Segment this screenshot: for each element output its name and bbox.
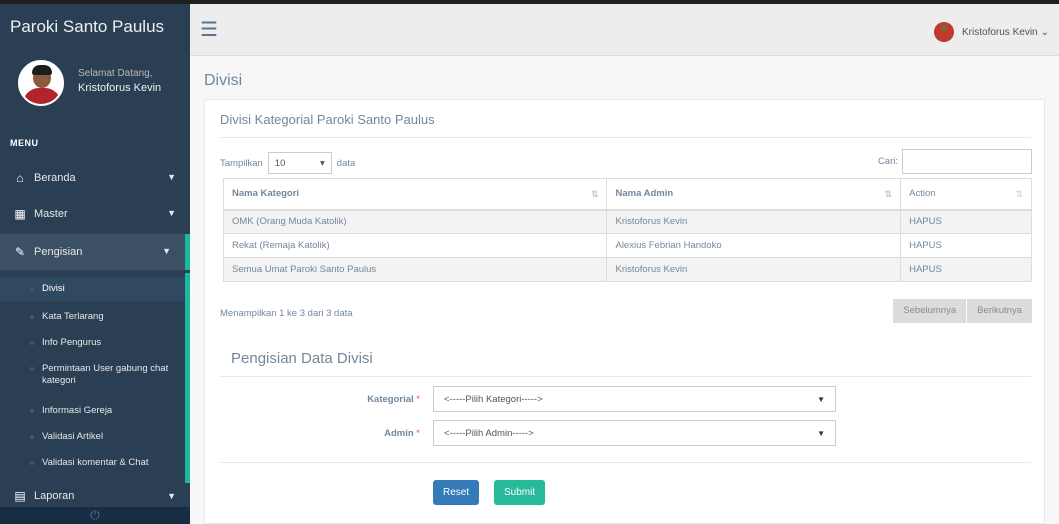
submenu-item-info-pengurus[interactable]: Info Pengurus [0, 337, 185, 349]
sidebar-item-beranda[interactable]: ⌂ Beranda ▼ [0, 160, 190, 196]
content-panel: Divisi Kategorial Paroki Santo Paulus Ta… [204, 99, 1045, 524]
sidebar-item-label: Master [34, 208, 68, 220]
search-input[interactable] [902, 149, 1032, 174]
chevron-down-icon: ▼ [167, 172, 176, 182]
user-menu[interactable]: Kristoforus Kevin ⌄ [934, 22, 1049, 42]
kategorial-select[interactable]: <-----Pilih Kategori-----> ▼ [433, 386, 836, 412]
form-title: Pengisian Data Divisi [231, 350, 373, 367]
page-length-select[interactable]: 10 ▾ [267, 152, 332, 174]
admin-select[interactable]: <-----Pilih Admin-----> ▼ [433, 420, 836, 446]
reset-button[interactable]: Reset [433, 480, 480, 505]
sort-icon: ⇅ [884, 189, 893, 199]
sidebar-item-laporan[interactable]: ▤ Laporan ▼ [0, 486, 190, 506]
sidebar-item-master[interactable]: ▦ Master ▼ [0, 196, 190, 232]
submenu-item-validasi-artikel[interactable]: Validasi Artikel [0, 431, 185, 443]
profile-name: Kristoforus Kevin [78, 82, 162, 94]
page-title: Divisi [204, 72, 243, 89]
submenu-item-kata-terlarang[interactable]: Kata Terlarang [0, 311, 185, 323]
kategorial-label: Kategorial * [367, 394, 420, 405]
divider [220, 137, 1031, 138]
top-navbar: ☰ Kristoforus Kevin ⌄ [190, 4, 1059, 56]
prev-page-button[interactable]: Sebelumnya [893, 299, 967, 323]
sidebar-item-label: Beranda [34, 172, 76, 184]
divider [220, 376, 1031, 377]
chevron-down-icon: ▼ [167, 208, 176, 218]
next-page-button[interactable]: Berikutnya [966, 299, 1032, 323]
delete-link[interactable]: HAPUS [900, 257, 1032, 282]
table-icon: ▦ [14, 207, 26, 221]
caret-down-icon: ▼ [817, 394, 825, 404]
welcome-text: Selamat Datang, [78, 68, 153, 79]
submenu-item-permintaan-user[interactable]: Permintaan User gabung chat kategori [0, 363, 185, 387]
search-label: Cari: [877, 156, 898, 167]
menu-title: MENU [10, 138, 39, 148]
table-info: Menampilkan 1 ke 3 dari 3 data [220, 308, 353, 319]
user-name: Kristoforus Kevin [962, 26, 1038, 38]
pagination: Sebelumnya Berikutnya [893, 299, 1032, 323]
chevron-down-icon: ▼ [162, 246, 171, 256]
caret-down-icon: ▼ [817, 428, 825, 438]
table-row: Semua Umat Paroki Santo Paulus Kristofor… [222, 257, 1032, 282]
brand-title[interactable]: Paroki Santo Paulus [0, 0, 190, 50]
submenu-pengisian: Divisi Kata Terlarang Info Pengurus Perm… [0, 273, 190, 483]
chevron-down-icon: ▼ [167, 491, 176, 501]
home-icon: ⌂ [16, 171, 24, 185]
sidebar: Paroki Santo Paulus Selamat Datang, Kris… [0, 0, 190, 524]
top-strip [0, 0, 1059, 4]
sidebar-item-label: Pengisian [34, 246, 83, 258]
chart-icon: ▤ [14, 489, 26, 503]
avatar [18, 60, 64, 106]
table-row: Rekat (Remaja Katolik) Alexius Febrian H… [222, 233, 1032, 258]
column-header-nama-admin[interactable]: Nama Admin ⇅ [606, 178, 902, 211]
panel-title: Divisi Kategorial Paroki Santo Paulus [220, 112, 435, 127]
table-search: Cari: [878, 149, 1032, 174]
submenu-item-validasi-komentar[interactable]: Validasi komentar & Chat [0, 457, 185, 469]
submit-button[interactable]: Submit [494, 480, 546, 505]
submenu-item-divisi[interactable]: Divisi [0, 277, 185, 301]
sidebar-item-label: Laporan [34, 490, 75, 502]
column-header-nama-kategori[interactable]: Nama Kategori ⇅ [222, 178, 608, 211]
avatar [934, 22, 955, 42]
submenu-item-informasi-gereja[interactable]: Informasi Gereja [0, 405, 185, 417]
chevron-down-icon: ⌄ [1040, 26, 1049, 38]
edit-icon: ✎ [14, 245, 26, 259]
caret-down-icon: ▾ [320, 157, 325, 169]
table-length-control: Tampilkan 10 ▾ data [220, 152, 355, 174]
menu-toggle-icon[interactable]: ☰ [200, 17, 218, 42]
divider [220, 462, 1031, 463]
profile: Selamat Datang, Kristoforus Kevin [0, 50, 190, 128]
admin-label: Admin * [384, 428, 420, 439]
sidebar-item-pengisian[interactable]: ✎ Pengisian ▼ [0, 234, 190, 270]
sort-icon: ⇅ [590, 189, 599, 199]
delete-link[interactable]: HAPUS [900, 233, 1032, 258]
column-header-action[interactable]: Action ⇅ [900, 178, 1032, 211]
sort-icon: ⇅ [1015, 189, 1023, 199]
sidebar-footer: ⏻ [0, 507, 190, 524]
divisi-table: Nama Kategori ⇅ Nama Admin ⇅ Action ⇅ OMK (… [222, 178, 1032, 282]
delete-link[interactable]: HAPUS [900, 209, 1032, 234]
table-row: OMK (Orang Muda Katolik) Kristoforus Kev… [222, 209, 1032, 234]
power-icon[interactable]: ⏻ [90, 508, 100, 522]
